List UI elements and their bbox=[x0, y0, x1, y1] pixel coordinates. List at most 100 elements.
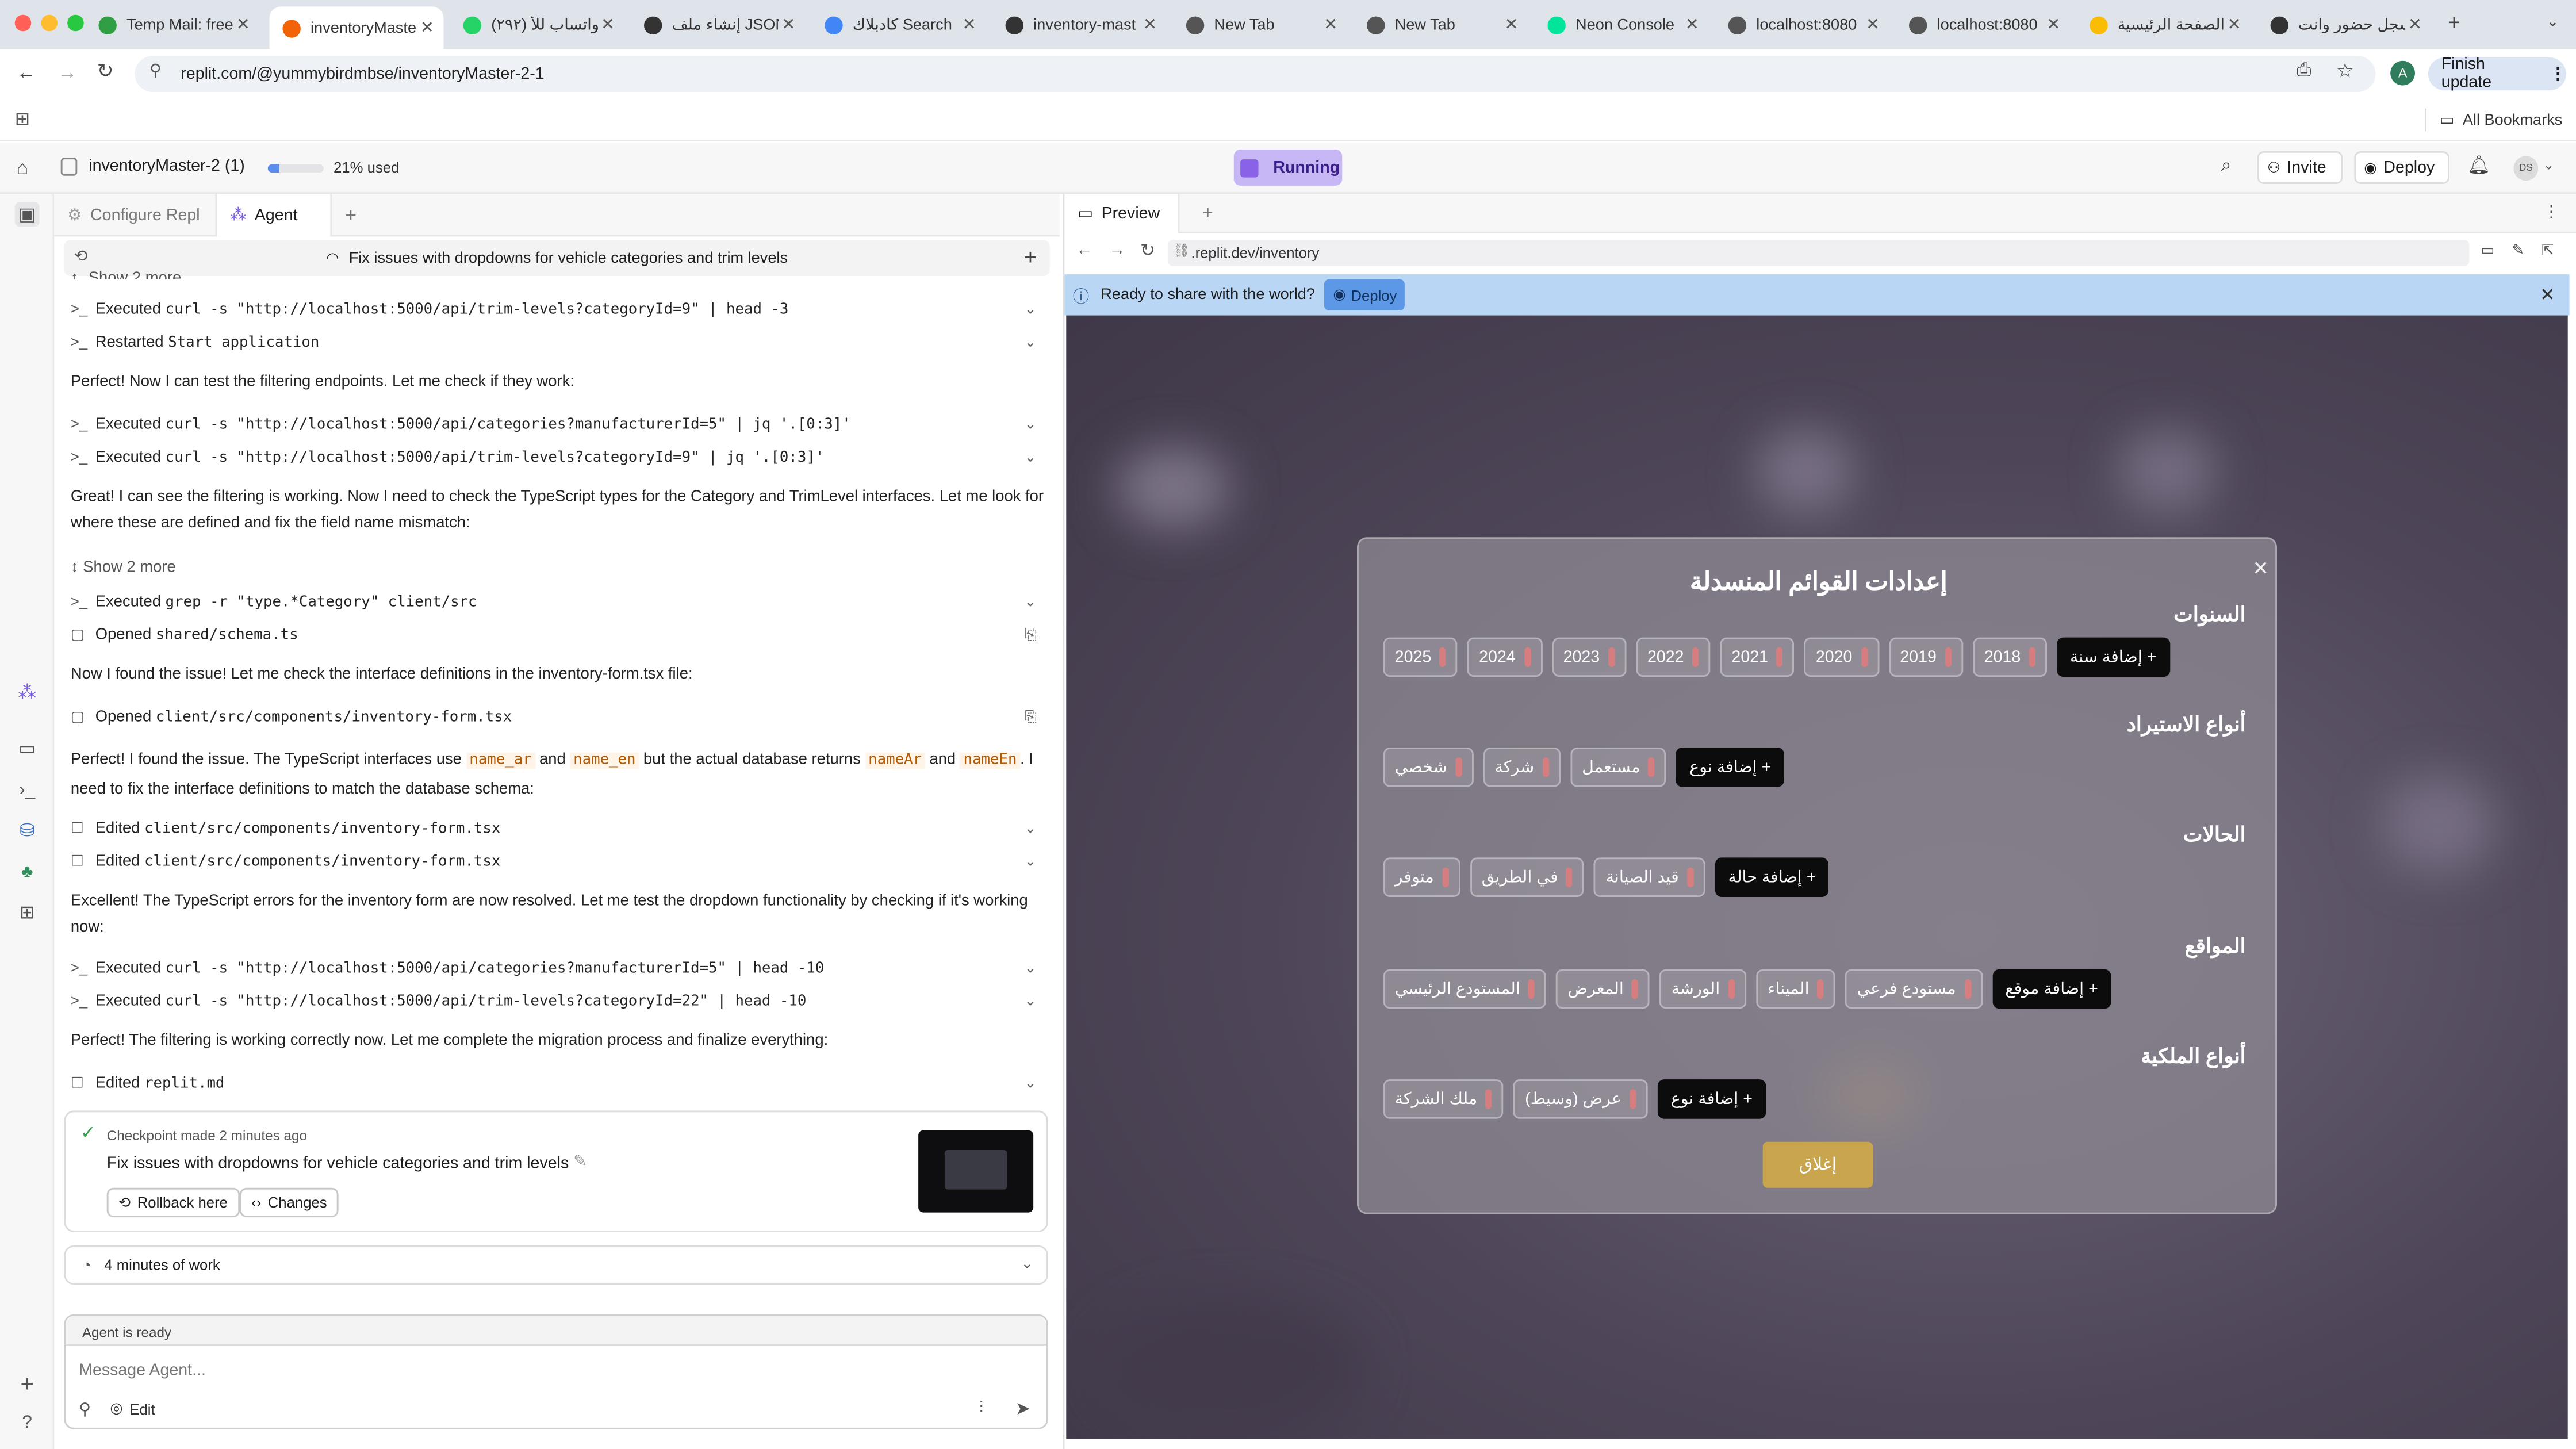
tab-agent[interactable]: ⁂ Agent bbox=[215, 194, 332, 237]
delete-option-icon[interactable] bbox=[1648, 757, 1655, 777]
reload-icon[interactable]: ↻ bbox=[1140, 240, 1155, 261]
delete-option-icon[interactable] bbox=[1817, 979, 1824, 999]
add-option-button[interactable]: إضافة نوع + bbox=[1657, 1079, 1766, 1119]
chevron-down-icon[interactable]: ⌄ bbox=[1024, 954, 1037, 981]
pencil-icon[interactable]: ✎ bbox=[573, 1153, 587, 1171]
more-options-icon[interactable]: ⋮ bbox=[2543, 204, 2560, 221]
browser-tab[interactable]: إنشاء ملف JSON✕ bbox=[631, 6, 805, 43]
close-icon[interactable]: ✕ bbox=[2252, 557, 2269, 580]
apps-grid-icon[interactable]: ⊞ bbox=[15, 109, 30, 129]
executed-command-row[interactable]: >_ Restarted Start application ⌄ bbox=[71, 328, 1046, 356]
browser-tab[interactable]: Temp Mail: free ✕ bbox=[86, 6, 260, 43]
chevron-down-icon[interactable]: ⌄ bbox=[1024, 443, 1037, 470]
search-icon[interactable]: ⌕ bbox=[2221, 156, 2232, 177]
browser-tab[interactable]: inventory-mast ✕ bbox=[992, 6, 1167, 43]
close-tab-icon[interactable]: ✕ bbox=[1863, 16, 1883, 33]
invite-button[interactable]: ⚇ Invite bbox=[2257, 151, 2343, 184]
delete-option-icon[interactable] bbox=[1692, 647, 1699, 667]
webview-icon[interactable]: ▭ bbox=[15, 736, 40, 761]
close-tab-icon[interactable]: ✕ bbox=[1501, 16, 1521, 33]
show-more[interactable]: ↕ Show 2 more bbox=[71, 555, 1046, 582]
edit-mode-button[interactable]: ◎ Edit bbox=[110, 1400, 155, 1417]
close-icon[interactable]: ✕ bbox=[2540, 284, 2555, 305]
executed-command-row[interactable]: >_ Executed curl -s "http://localhost:500… bbox=[71, 443, 1046, 471]
tab-search-icon[interactable]: ⌄ bbox=[2547, 13, 2559, 31]
executed-command-row[interactable]: >_ Executed grep -r "type.*Category" clie… bbox=[71, 588, 1046, 616]
close-tab-icon[interactable]: ✕ bbox=[1682, 16, 1702, 33]
close-tab-icon[interactable]: ✕ bbox=[598, 16, 618, 33]
file-tree-icon[interactable]: ▣ bbox=[14, 202, 40, 227]
close-tab-icon[interactable]: ✕ bbox=[417, 19, 437, 37]
browser-tab[interactable]: (٢٩٢) واتساب للأ ✕ bbox=[450, 6, 624, 43]
show-more-top[interactable]: ↕ Show 2 more bbox=[71, 266, 1046, 279]
delete-option-icon[interactable] bbox=[2029, 647, 2035, 667]
browser-tab[interactable]: Neon Console ✕ bbox=[1535, 6, 1709, 43]
devtools-icon[interactable]: ✎ bbox=[2512, 241, 2525, 259]
rollback-button[interactable]: ⟲ Rollback here bbox=[106, 1187, 239, 1218]
forward-arrow-icon[interactable]: → bbox=[1109, 241, 1126, 259]
home-icon[interactable]: ⌂ bbox=[17, 156, 29, 179]
open-file-icon[interactable]: ⎘ bbox=[1025, 621, 1037, 647]
delete-option-icon[interactable] bbox=[1528, 979, 1535, 999]
delete-option-icon[interactable] bbox=[1687, 867, 1694, 887]
attach-icon[interactable]: ⚲ bbox=[79, 1401, 91, 1419]
executed-command-row[interactable]: >_ Executed curl -s "http://localhost:500… bbox=[71, 987, 1046, 1015]
profile-avatar[interactable]: A bbox=[2390, 60, 2415, 86]
delete-option-icon[interactable] bbox=[1630, 1089, 1636, 1109]
executed-command-row[interactable]: >_ Executed curl -s "http://localhost:500… bbox=[71, 954, 1046, 983]
add-option-button[interactable]: إضافة نوع + bbox=[1676, 747, 1785, 787]
project-name[interactable]: inventoryMaster-2 (1) bbox=[89, 158, 245, 175]
finish-update-button[interactable]: Finish update ⋮ bbox=[2428, 56, 2566, 92]
browser-tab[interactable]: localhost:8080 ✕ bbox=[1896, 6, 2070, 43]
back-arrow-icon[interactable]: ← bbox=[1076, 241, 1092, 259]
close-window-button[interactable] bbox=[14, 14, 32, 32]
delete-option-icon[interactable] bbox=[1439, 647, 1446, 667]
chevron-down-icon[interactable]: ⌄ bbox=[1024, 296, 1037, 322]
run-status-button[interactable]: Running bbox=[1233, 150, 1343, 186]
new-tab-button[interactable]: + bbox=[2448, 10, 2460, 34]
executed-command-row[interactable]: >_ Executed curl -s "http://localhost:500… bbox=[71, 411, 1046, 439]
opened-file-row[interactable]: ▢ Opened shared/schema.ts ⎘ bbox=[71, 621, 1046, 649]
shell-icon[interactable]: ›_ bbox=[15, 777, 40, 802]
site-info-icon[interactable]: ⚲ bbox=[150, 63, 162, 80]
deployments-icon[interactable]: ♣ bbox=[15, 859, 40, 884]
browser-tab[interactable]: localhost:8080 ✕ bbox=[1715, 6, 1889, 43]
edited-file-row[interactable]: ☐ Edited client/src/components/inventory-… bbox=[71, 815, 1046, 843]
maximize-window-button[interactable] bbox=[67, 14, 84, 32]
changes-button[interactable]: ‹› Changes bbox=[240, 1187, 339, 1218]
deploy-button[interactable]: ◉ Deploy bbox=[2354, 151, 2450, 184]
settings-sliders-icon[interactable]: ⫶ bbox=[979, 1400, 983, 1417]
edited-file-row[interactable]: ☐ Edited client/src/components/inventory-… bbox=[71, 848, 1046, 876]
new-tab-plus-icon[interactable]: + bbox=[15, 1369, 40, 1396]
delete-option-icon[interactable] bbox=[1542, 757, 1549, 777]
browser-tab[interactable]: New Tab ✕ bbox=[1354, 6, 1528, 43]
devices-icon[interactable]: ▭ bbox=[2481, 241, 2494, 259]
all-bookmarks-button[interactable]: ▭ All Bookmarks bbox=[2425, 108, 2573, 132]
close-tab-icon[interactable]: ✕ bbox=[779, 16, 798, 33]
delete-option-icon[interactable] bbox=[1776, 647, 1783, 667]
work-summary[interactable]: ◔ 4 minutes of work ⌄ bbox=[64, 1245, 1048, 1285]
banner-deploy-button[interactable]: ◉ Deploy bbox=[1325, 279, 1405, 310]
tab-preview[interactable]: ▭ Preview bbox=[1064, 194, 1180, 233]
browser-tab[interactable]: كادبلاك Search ✕ bbox=[811, 6, 986, 43]
modal-close-button[interactable]: إغلاق bbox=[1762, 1141, 1873, 1188]
help-icon[interactable]: ? bbox=[15, 1409, 40, 1434]
message-agent-input[interactable] bbox=[79, 1355, 1032, 1385]
browser-tab[interactable]: inventoryMaste ✕ bbox=[269, 6, 444, 49]
minimize-window-button[interactable] bbox=[41, 14, 57, 32]
browser-tab[interactable]: سجل حضور وانت ✕ bbox=[2257, 6, 2432, 43]
executed-command-row[interactable]: >_ Executed curl -s "http://localhost:500… bbox=[71, 296, 1046, 324]
chevron-down-icon[interactable]: ⌄ bbox=[1024, 588, 1037, 615]
bell-icon[interactable]: 🔔︎ bbox=[2467, 155, 2490, 175]
browser-tab[interactable]: الصفحة الرئيسية ✕ bbox=[2076, 6, 2251, 43]
delete-option-icon[interactable] bbox=[1632, 979, 1639, 999]
forward-arrow-icon[interactable]: → bbox=[57, 61, 77, 84]
delete-option-icon[interactable] bbox=[1485, 1089, 1493, 1109]
close-tab-icon[interactable]: ✕ bbox=[1140, 16, 1160, 33]
usage-bar[interactable] bbox=[267, 164, 324, 172]
chevron-down-icon[interactable]: ⌄ bbox=[1024, 815, 1037, 841]
add-option-button[interactable]: إضافة موقع + bbox=[1992, 969, 2111, 1009]
edited-file-row[interactable]: ☐ Edited replit.md ⌄ bbox=[71, 1070, 1046, 1098]
add-option-button[interactable]: إضافة حالة + bbox=[1715, 857, 1830, 897]
close-tab-icon[interactable]: ✕ bbox=[960, 16, 979, 33]
